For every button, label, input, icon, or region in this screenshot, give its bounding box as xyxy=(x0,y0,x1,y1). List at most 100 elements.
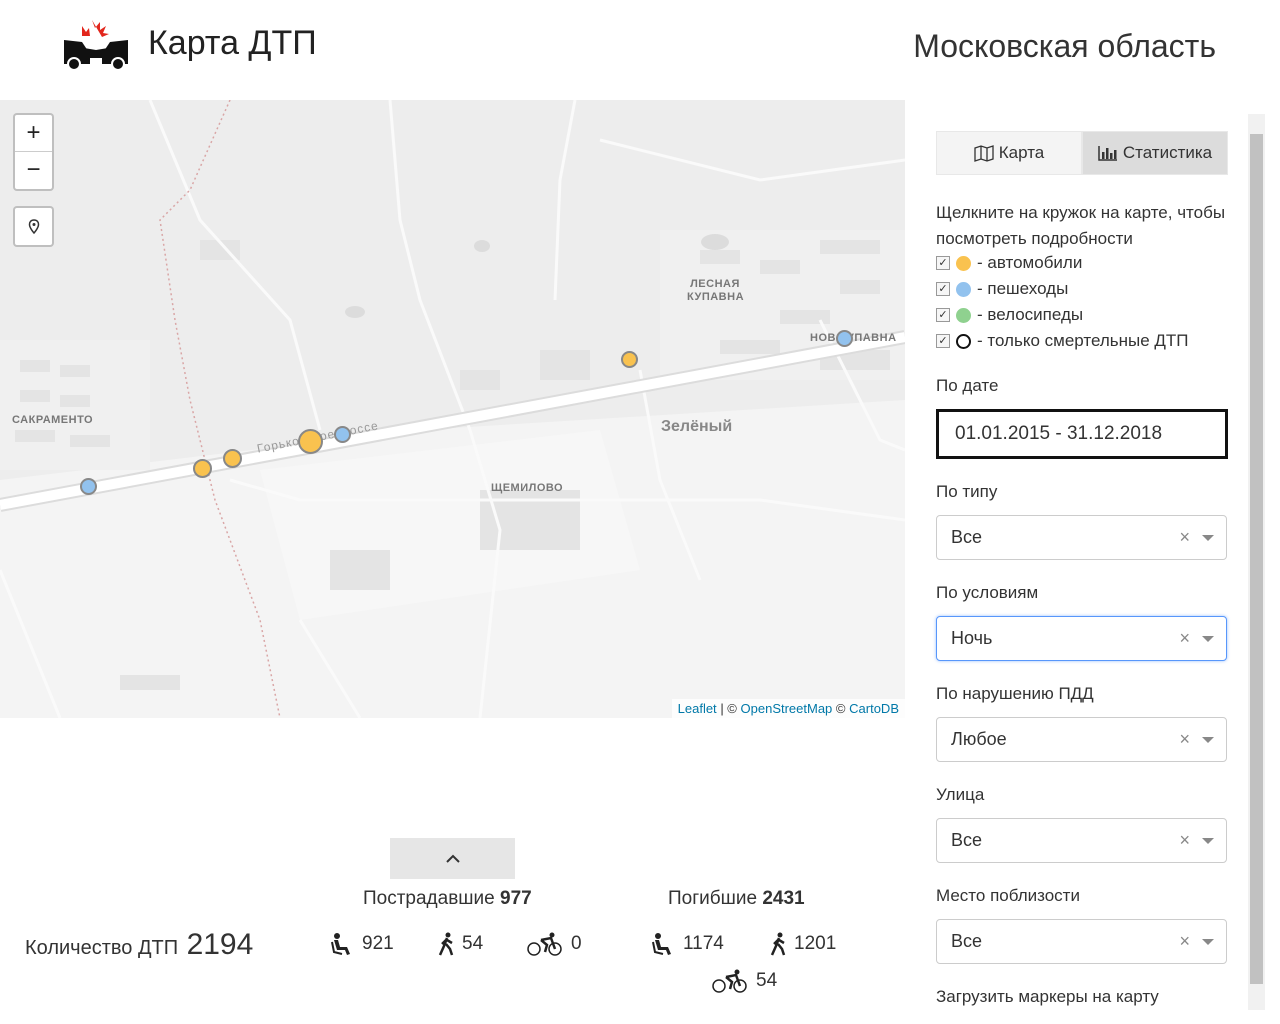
checkbox-pedestrians[interactable]: ✓ xyxy=(936,282,950,296)
type-filter-label: По типу xyxy=(936,482,998,501)
clear-icon[interactable]: × xyxy=(1179,617,1190,660)
legend-pedestrians-label: - пешеходы xyxy=(977,279,1069,298)
legend-bicycles[interactable]: ✓ - велосипеды xyxy=(936,302,1189,328)
legend: ✓ - автомобили ✓ - пешеходы ✓ - велосипе… xyxy=(936,250,1189,354)
legend-bicycles-label: - велосипеды xyxy=(977,305,1084,324)
conditions-select-value: Ночь xyxy=(951,628,993,648)
nearby-select[interactable]: Все × xyxy=(936,919,1227,964)
injured-total: 977 xyxy=(500,888,532,909)
accident-marker-car[interactable] xyxy=(193,459,212,478)
fatal-ring-icon xyxy=(956,333,971,349)
place-label-novaya-kupavna: НОВ КУПАВНА xyxy=(810,332,897,344)
stats-toggle-button[interactable] xyxy=(390,838,515,879)
tab-map[interactable]: Карта xyxy=(936,131,1082,175)
chevron-down-icon xyxy=(1202,636,1214,642)
walking-person-icon xyxy=(438,932,454,956)
map[interactable]: САКРАМЕНТО ЛЕСНАЯ КУПАВНА НОВ КУПАВНА Зе… xyxy=(0,100,905,718)
accident-count-label: Количество ДТП xyxy=(25,937,179,959)
place-label-lesnaya-kupavna: ЛЕСНАЯ КУПАВНА xyxy=(687,278,745,303)
pedestrians-dot xyxy=(956,281,971,297)
clear-icon[interactable]: × xyxy=(1179,718,1190,761)
killed-cyclists-value: 54 xyxy=(756,970,778,991)
accident-marker-pedestrian[interactable] xyxy=(836,330,853,347)
cartodb-link[interactable]: CartoDB xyxy=(849,701,899,716)
leaflet-link[interactable]: Leaflet xyxy=(678,701,717,716)
zoom-in-button[interactable]: + xyxy=(15,115,52,152)
scrollbar-thumb[interactable] xyxy=(1250,134,1263,984)
openstreetmap-link[interactable]: OpenStreetMap xyxy=(741,701,833,716)
injured-drivers-value: 921 xyxy=(362,933,394,954)
place-label-sakramento: САКРАМЕНТО xyxy=(12,414,94,426)
type-select[interactable]: Все × xyxy=(936,515,1227,560)
chevron-down-icon xyxy=(1202,838,1214,844)
injured-cyclists: 0 xyxy=(527,932,582,956)
clear-icon[interactable]: × xyxy=(1179,920,1190,963)
clear-icon[interactable]: × xyxy=(1179,819,1190,862)
killed-total: 2431 xyxy=(762,888,805,909)
sidebar-tabs: Карта Статистика xyxy=(936,131,1228,175)
conditions-select[interactable]: Ночь × xyxy=(936,616,1227,661)
accident-count: Количество ДТП 2194 xyxy=(25,928,253,962)
zoom-control: + − xyxy=(13,113,54,191)
place-label-shchemilovo: ЩЕМИЛОВО xyxy=(491,482,564,494)
tab-statistics-label: Статистика xyxy=(1122,143,1213,162)
seated-person-icon xyxy=(652,933,671,955)
accident-marker-car-large[interactable] xyxy=(298,429,323,454)
clear-icon[interactable]: × xyxy=(1179,516,1190,559)
killed-cyclists: 54 xyxy=(712,969,777,993)
seated-person-icon xyxy=(331,933,350,955)
tab-statistics[interactable]: Статистика xyxy=(1082,131,1228,175)
street-select-value: Все xyxy=(951,830,983,850)
violation-select-value: Любое xyxy=(951,729,1007,749)
injured-pedestrians-value: 54 xyxy=(462,933,484,954)
legend-fatal-label: - только смертельные ДТП xyxy=(977,331,1189,350)
violation-filter-label: По нарушению ПДД xyxy=(936,684,1094,703)
legend-pedestrians[interactable]: ✓ - пешеходы xyxy=(936,276,1189,302)
type-select-value: Все xyxy=(951,527,983,547)
attribution-copyright: © xyxy=(835,701,846,716)
date-filter-label: По дате xyxy=(936,376,999,395)
accident-marker-pedestrian[interactable] xyxy=(334,426,351,443)
map-hint: Щелкните на кружок на карте, чтобы посмо… xyxy=(936,203,1226,248)
killed-heading: Погибшие 2431 xyxy=(668,888,805,910)
injured-heading: Пострадавшие 977 xyxy=(363,888,532,910)
chevron-down-icon xyxy=(1202,737,1214,743)
logo-crash-icon xyxy=(64,20,128,71)
injured-label: Пострадавшие xyxy=(363,888,495,909)
accident-marker-car[interactable] xyxy=(223,449,242,468)
nearby-select-value: Все xyxy=(951,931,983,951)
sidebar-scrollbar[interactable] xyxy=(1248,114,1265,1010)
checkbox-fatal-only[interactable]: ✓ xyxy=(936,334,950,348)
chevron-down-icon xyxy=(1202,939,1214,945)
checkbox-cars[interactable]: ✓ xyxy=(936,256,950,270)
checkbox-bicycles[interactable]: ✓ xyxy=(936,308,950,322)
tab-map-label: Карта xyxy=(998,143,1045,162)
cyclist-icon xyxy=(712,969,747,993)
street-select[interactable]: Все × xyxy=(936,818,1227,863)
attribution-separator: | © xyxy=(720,701,737,716)
accident-count-value: 2194 xyxy=(186,928,254,961)
street-filter-label: Улица xyxy=(936,785,985,804)
walking-person-icon xyxy=(770,932,786,956)
region-title[interactable]: Московская область xyxy=(913,28,1216,65)
violation-select[interactable]: Любое × xyxy=(936,717,1227,762)
map-attribution: Leaflet | © OpenStreetMap © CartoDB xyxy=(671,699,905,718)
accident-marker-car[interactable] xyxy=(621,351,638,368)
date-range-input[interactable]: 01.01.2015 - 31.12.2018 xyxy=(936,409,1228,459)
bar-chart-icon xyxy=(1098,146,1117,161)
map-tiles xyxy=(0,100,905,718)
nearby-filter-label: Место поблизости xyxy=(936,886,1080,905)
killed-label: Погибшие xyxy=(668,888,758,909)
filter-sidebar: Карта Статистика Щелкните на кружок на к… xyxy=(918,114,1248,1010)
killed-pedestrians-value: 1201 xyxy=(794,933,837,954)
legend-cars[interactable]: ✓ - автомобили xyxy=(936,250,1189,276)
zoom-out-button[interactable]: − xyxy=(15,152,52,189)
cyclist-icon xyxy=(527,932,562,956)
header: Карта ДТП Московская область xyxy=(0,0,1280,100)
cars-dot xyxy=(956,255,971,271)
app-title[interactable]: Карта ДТП xyxy=(148,24,317,63)
locate-button[interactable] xyxy=(13,206,54,247)
load-markers-label: Загрузить маркеры на карту xyxy=(936,987,1159,1006)
legend-fatal-only[interactable]: ✓ - только смертельные ДТП xyxy=(936,328,1189,354)
accident-marker-pedestrian[interactable] xyxy=(80,478,97,495)
